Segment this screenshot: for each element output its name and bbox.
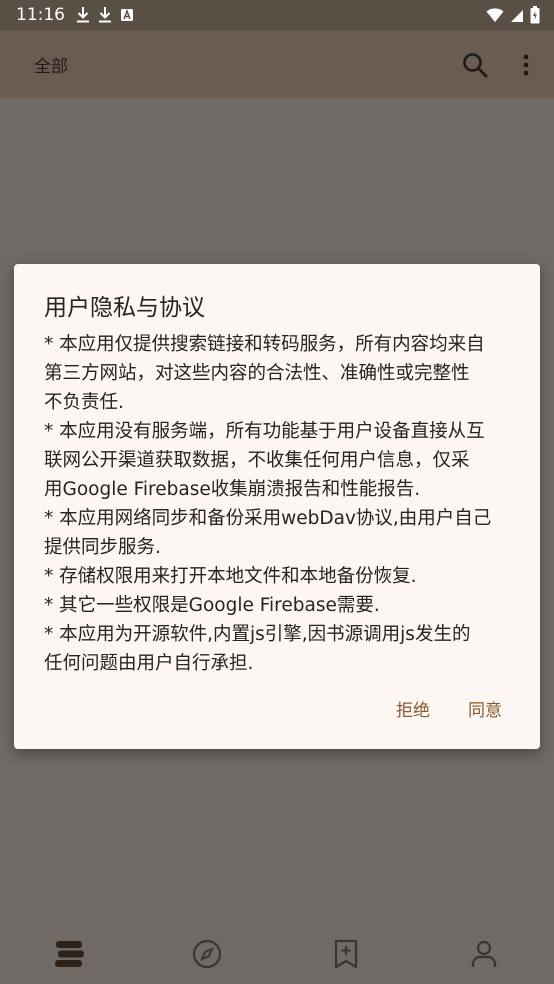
dialog-line: * 本应用没有服务端，所有功能基于用户设备直接从互 [44,421,485,442]
tab-all-label: 全部 [34,57,68,77]
text-a-icon [120,6,134,24]
bookshelf-icon [49,934,89,974]
status-system-icons [486,6,540,24]
dialog-line: * 本应用仅提供搜索链接和转码服务，所有内容均来自 [44,334,485,355]
bottom-navigation [0,918,554,984]
top-app-bar: 全部 [0,30,554,111]
search-icon[interactable] [460,50,490,80]
explore-icon [187,934,227,974]
tab-all[interactable]: 全部 [30,48,74,111]
dialog-line: 任何问题由用户自行承担. [44,653,254,674]
more-vert-icon[interactable] [516,50,536,80]
download-icon [98,6,112,24]
reject-button[interactable]: 拒绝 [394,692,432,725]
dialog-line: * 其它一些权限是Google Firebase需要. [44,595,380,616]
dialog-line: * 存储权限用来打开本地文件和本地备份恢复. [44,566,417,587]
nav-bookshelf[interactable] [49,934,89,974]
agree-button[interactable]: 同意 [466,692,504,725]
signal-icon [510,7,524,23]
person-icon [464,934,504,974]
dialog-line: 联网公开渠道获取数据，不收集任何用户信息，仅采 [44,450,470,471]
dialog-line: 不负责任. [44,392,124,413]
status-bar: 11:16 [0,0,554,30]
nav-explore[interactable] [187,934,227,974]
dialog-line: * 本应用为开源软件,内置js引擎,因书源调用js发生的 [44,624,471,645]
wifi-icon [486,7,504,23]
battery-icon [530,6,540,24]
dialog-message: * 本应用仅提供搜索链接和转码服务，所有内容均来自 第三方网站，对这些内容的合法… [44,330,519,678]
dialog-line: * 本应用网络同步和备份采用webDav协议,由用户自己 [44,508,492,529]
dialog-line: 用Google Firebase收集崩溃报告和性能报告. [44,479,421,500]
dialog-actions: 拒绝 同意 [394,692,504,725]
nav-bookmarks[interactable] [326,934,366,974]
status-notification-icons [76,6,134,24]
status-time: 11:16 [16,5,65,25]
dialog-line: 第三方网站，对这些内容的合法性、准确性或完整性 [44,363,470,384]
privacy-agreement-dialog: 用户隐私与协议 * 本应用仅提供搜索链接和转码服务，所有内容均来自 第三方网站，… [14,264,540,749]
nav-profile[interactable] [464,934,504,974]
bookmark-add-icon [326,934,366,974]
dialog-title: 用户隐私与协议 [44,295,205,321]
dialog-line: 提供同步服务. [44,537,161,558]
download-icon [76,6,90,24]
